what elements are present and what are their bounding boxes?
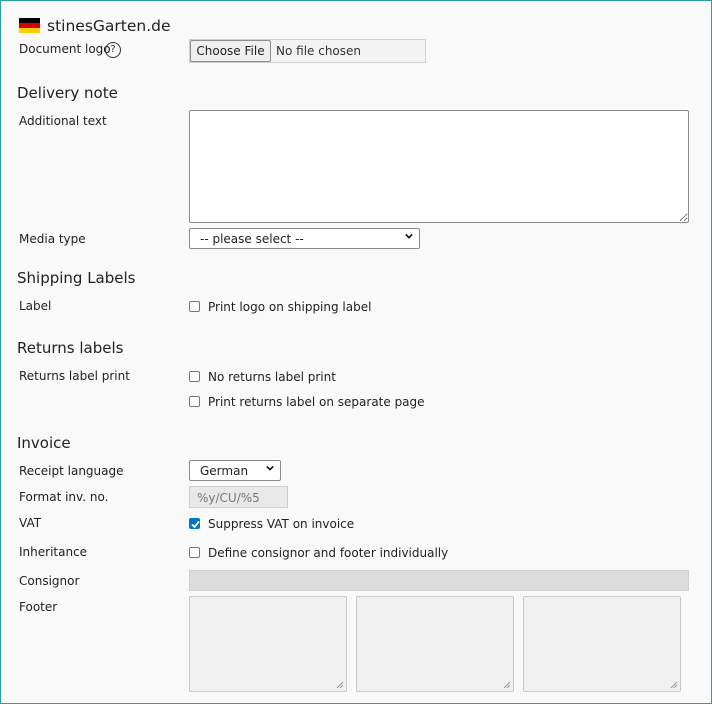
receipt-language-label: Receipt language (19, 464, 124, 478)
help-icon[interactable]: ? (105, 42, 121, 58)
additional-text-textarea[interactable] (189, 110, 689, 223)
consignor-label: Consignor (19, 574, 80, 588)
receipt-language-select[interactable]: German (189, 460, 281, 481)
invoice-heading: Invoice (17, 434, 71, 452)
choose-file-button[interactable]: Choose File (190, 40, 271, 62)
footer-textarea-3[interactable] (523, 596, 681, 692)
separate-page-label: Print returns label on separate page (208, 395, 425, 409)
media-type-label: Media type (19, 232, 86, 246)
document-logo-label: Document logo (19, 42, 111, 56)
media-type-selected: -- please select -- (200, 232, 304, 246)
format-inv-no-placeholder: %y/CU/%5 (197, 491, 260, 505)
separate-page-checkbox[interactable] (189, 396, 200, 407)
chevron-down-icon (405, 233, 413, 239)
resize-grip-icon (336, 681, 344, 689)
additional-text-label: Additional text (19, 114, 107, 128)
media-type-select[interactable]: -- please select -- (189, 228, 420, 249)
file-status-text: No file chosen (276, 44, 362, 58)
print-logo-checkbox[interactable] (189, 301, 200, 312)
define-individually-label: Define consignor and footer individually (208, 546, 449, 560)
checkmark-icon (191, 520, 200, 529)
define-individually-checkbox[interactable] (189, 547, 200, 558)
returns-labels-heading: Returns labels (17, 339, 124, 357)
footer-textarea-1[interactable] (189, 596, 347, 692)
delivery-note-heading: Delivery note (17, 84, 118, 102)
returns-label-print-label: Returns label print (19, 369, 130, 383)
suppress-vat-checkbox[interactable] (189, 518, 200, 529)
chevron-down-icon (266, 465, 274, 471)
no-returns-label-text: No returns label print (208, 370, 336, 384)
no-returns-label-checkbox[interactable] (189, 371, 200, 382)
shop-name: stinesGarten.de (47, 17, 171, 35)
suppress-vat-label: Suppress VAT on invoice (208, 517, 355, 531)
inheritance-label: Inheritance (19, 545, 88, 559)
receipt-language-selected: German (200, 464, 249, 478)
print-logo-label: Print logo on shipping label (208, 300, 372, 314)
document-logo-file-input[interactable]: Choose File No file chosen (189, 39, 426, 63)
germany-flag-icon (19, 18, 40, 33)
consignor-input[interactable] (189, 570, 689, 591)
settings-panel: stinesGarten.de Document logo ? Choose F… (0, 0, 712, 704)
format-inv-no-label: Format inv. no. (19, 490, 109, 504)
footer-textarea-2[interactable] (356, 596, 514, 692)
vat-label: VAT (19, 516, 42, 530)
label-label: Label (19, 299, 52, 313)
format-inv-no-input[interactable]: %y/CU/%5 (189, 486, 288, 508)
shipping-labels-heading: Shipping Labels (17, 269, 136, 287)
resize-grip-icon (670, 681, 678, 689)
footer-label: Footer (19, 600, 58, 614)
resize-grip-icon (503, 681, 511, 689)
